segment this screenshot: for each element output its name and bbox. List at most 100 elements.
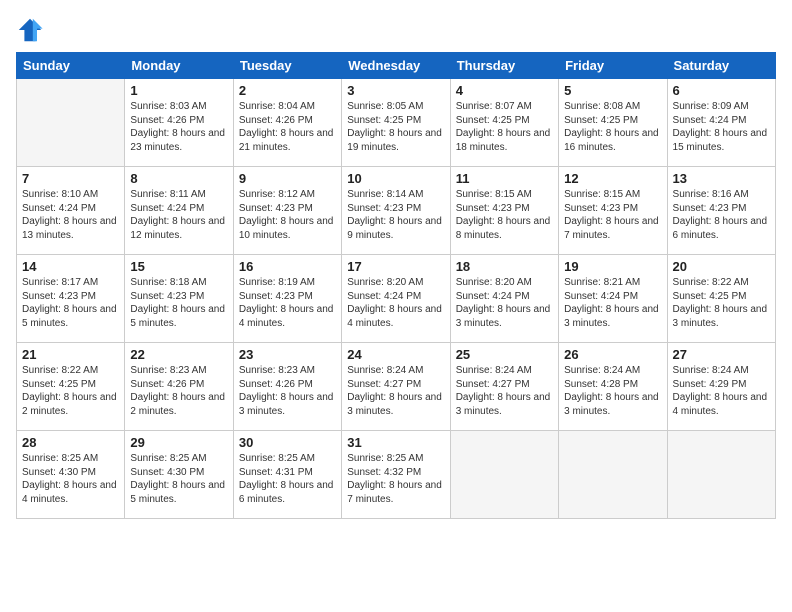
day-number: 5 xyxy=(564,83,661,98)
day-info: Sunrise: 8:05 AM Sunset: 4:25 PM Dayligh… xyxy=(347,100,444,154)
day-number: 27 xyxy=(673,347,770,362)
day-number: 9 xyxy=(239,171,336,186)
day-cell xyxy=(450,431,558,519)
day-cell: 5 Sunrise: 8:08 AM Sunset: 4:25 PM Daylig… xyxy=(559,79,667,167)
day-number: 11 xyxy=(456,171,553,186)
day-info: Sunrise: 8:21 AM Sunset: 4:24 PM Dayligh… xyxy=(564,276,661,330)
day-number: 15 xyxy=(130,259,227,274)
day-cell: 2Sunrise: 8:04 AM Sunset: 4:26 PM Daylig… xyxy=(233,79,341,167)
header xyxy=(16,16,776,44)
day-cell: 3Sunrise: 8:05 AM Sunset: 4:25 PM Daylig… xyxy=(342,79,450,167)
day-info: Sunrise: 8:25 AM Sunset: 4:30 PM Dayligh… xyxy=(22,452,119,506)
day-number: 14 xyxy=(22,259,119,274)
day-cell: 22Sunrise: 8:23 AM Sunset: 4:26 PM Dayli… xyxy=(125,343,233,431)
logo xyxy=(16,16,48,44)
day-info: Sunrise: 8:11 AM Sunset: 4:24 PM Dayligh… xyxy=(130,188,227,242)
calendar: SundayMondayTuesdayWednesdayThursdayFrid… xyxy=(16,52,776,519)
day-cell: 8 Sunrise: 8:11 AM Sunset: 4:24 PM Daylig… xyxy=(125,167,233,255)
day-info: Sunrise: 8:09 AM Sunset: 4:24 PM Dayligh… xyxy=(673,100,770,154)
day-number: 24 xyxy=(347,347,444,362)
day-cell xyxy=(559,431,667,519)
day-number: 23 xyxy=(239,347,336,362)
day-number: 8 xyxy=(130,171,227,186)
day-info: Sunrise: 8:08 AM Sunset: 4:25 PM Dayligh… xyxy=(564,100,661,154)
day-number: 17 xyxy=(347,259,444,274)
day-number: 29 xyxy=(130,435,227,450)
day-cell: 13 Sunrise: 8:16 AM Sunset: 4:23 PM Dayli… xyxy=(667,167,775,255)
day-info: Sunrise: 8:25 AM Sunset: 4:32 PM Dayligh… xyxy=(347,452,444,506)
day-info: Sunrise: 8:25 AM Sunset: 4:30 PM Dayligh… xyxy=(130,452,227,506)
day-cell: 16 Sunrise: 8:19 AM Sunset: 4:23 PM Dayli… xyxy=(233,255,341,343)
day-info: Sunrise: 8:19 AM Sunset: 4:23 PM Dayligh… xyxy=(239,276,336,330)
day-cell: 4 Sunrise: 8:07 AM Sunset: 4:25 PM Daylig… xyxy=(450,79,558,167)
day-info: Sunrise: 8:07 AM Sunset: 4:25 PM Dayligh… xyxy=(456,100,553,154)
day-info: Sunrise: 8:15 AM Sunset: 4:23 PM Dayligh… xyxy=(456,188,553,242)
day-cell: 9 Sunrise: 8:12 AM Sunset: 4:23 PM Daylig… xyxy=(233,167,341,255)
day-info: Sunrise: 8:17 AM Sunset: 4:23 PM Dayligh… xyxy=(22,276,119,330)
day-info: Sunrise: 8:24 AM Sunset: 4:27 PM Dayligh… xyxy=(347,364,444,418)
day-cell: 31 Sunrise: 8:25 AM Sunset: 4:32 PM Dayli… xyxy=(342,431,450,519)
day-info: Sunrise: 8:25 AM Sunset: 4:31 PM Dayligh… xyxy=(239,452,336,506)
day-number: 1 xyxy=(130,83,227,98)
day-number: 28 xyxy=(22,435,119,450)
logo-icon xyxy=(16,16,44,44)
weekday-thursday: Thursday xyxy=(450,53,558,79)
weekday-monday: Monday xyxy=(125,53,233,79)
day-info: Sunrise: 8:10 AM Sunset: 4:24 PM Dayligh… xyxy=(22,188,119,242)
day-cell: 24 Sunrise: 8:24 AM Sunset: 4:27 PM Dayli… xyxy=(342,343,450,431)
day-number: 31 xyxy=(347,435,444,450)
day-cell: 28 Sunrise: 8:25 AM Sunset: 4:30 PM Dayli… xyxy=(17,431,125,519)
day-number: 13 xyxy=(673,171,770,186)
day-cell: 7Sunrise: 8:10 AM Sunset: 4:24 PM Daylig… xyxy=(17,167,125,255)
day-cell: 26 Sunrise: 8:24 AM Sunset: 4:28 PM Dayli… xyxy=(559,343,667,431)
week-row-1: 1 Sunrise: 8:03 AM Sunset: 4:26 PM Daylig… xyxy=(17,79,776,167)
day-info: Sunrise: 8:15 AM Sunset: 4:23 PM Dayligh… xyxy=(564,188,661,242)
day-cell: 30 Sunrise: 8:25 AM Sunset: 4:31 PM Dayli… xyxy=(233,431,341,519)
day-number: 16 xyxy=(239,259,336,274)
day-number: 30 xyxy=(239,435,336,450)
weekday-tuesday: Tuesday xyxy=(233,53,341,79)
day-number: 25 xyxy=(456,347,553,362)
week-row-3: 14 Sunrise: 8:17 AM Sunset: 4:23 PM Dayli… xyxy=(17,255,776,343)
day-info: Sunrise: 8:20 AM Sunset: 4:24 PM Dayligh… xyxy=(456,276,553,330)
day-info: Sunrise: 8:22 AM Sunset: 4:25 PM Dayligh… xyxy=(22,364,119,418)
day-cell: 12 Sunrise: 8:15 AM Sunset: 4:23 PM Dayli… xyxy=(559,167,667,255)
day-number: 21 xyxy=(22,347,119,362)
day-info: Sunrise: 8:03 AM Sunset: 4:26 PM Dayligh… xyxy=(130,100,227,154)
day-number: 22 xyxy=(130,347,227,362)
day-number: 18 xyxy=(456,259,553,274)
weekday-wednesday: Wednesday xyxy=(342,53,450,79)
day-number: 19 xyxy=(564,259,661,274)
day-number: 10 xyxy=(347,171,444,186)
day-cell: 14 Sunrise: 8:17 AM Sunset: 4:23 PM Dayli… xyxy=(17,255,125,343)
page-container: SundayMondayTuesdayWednesdayThursdayFrid… xyxy=(0,0,792,612)
day-info: Sunrise: 8:16 AM Sunset: 4:23 PM Dayligh… xyxy=(673,188,770,242)
day-info: Sunrise: 8:22 AM Sunset: 4:25 PM Dayligh… xyxy=(673,276,770,330)
day-number: 6 xyxy=(673,83,770,98)
week-row-2: 7Sunrise: 8:10 AM Sunset: 4:24 PM Daylig… xyxy=(17,167,776,255)
day-info: Sunrise: 8:24 AM Sunset: 4:28 PM Dayligh… xyxy=(564,364,661,418)
day-number: 26 xyxy=(564,347,661,362)
day-cell: 17 Sunrise: 8:20 AM Sunset: 4:24 PM Dayli… xyxy=(342,255,450,343)
day-number: 20 xyxy=(673,259,770,274)
weekday-header-row: SundayMondayTuesdayWednesdayThursdayFrid… xyxy=(17,53,776,79)
weekday-friday: Friday xyxy=(559,53,667,79)
day-number: 4 xyxy=(456,83,553,98)
day-cell xyxy=(17,79,125,167)
day-info: Sunrise: 8:20 AM Sunset: 4:24 PM Dayligh… xyxy=(347,276,444,330)
weekday-sunday: Sunday xyxy=(17,53,125,79)
day-cell: 29 Sunrise: 8:25 AM Sunset: 4:30 PM Dayli… xyxy=(125,431,233,519)
day-cell: 19 Sunrise: 8:21 AM Sunset: 4:24 PM Dayli… xyxy=(559,255,667,343)
day-cell: 11 Sunrise: 8:15 AM Sunset: 4:23 PM Dayli… xyxy=(450,167,558,255)
week-row-4: 21 Sunrise: 8:22 AM Sunset: 4:25 PM Dayli… xyxy=(17,343,776,431)
day-cell: 15 Sunrise: 8:18 AM Sunset: 4:23 PM Dayli… xyxy=(125,255,233,343)
day-cell: 18 Sunrise: 8:20 AM Sunset: 4:24 PM Dayli… xyxy=(450,255,558,343)
day-cell: 6 Sunrise: 8:09 AM Sunset: 4:24 PM Daylig… xyxy=(667,79,775,167)
day-info: Sunrise: 8:23 AM Sunset: 4:26 PM Dayligh… xyxy=(239,364,336,418)
day-cell: 21 Sunrise: 8:22 AM Sunset: 4:25 PM Dayli… xyxy=(17,343,125,431)
day-info: Sunrise: 8:24 AM Sunset: 4:27 PM Dayligh… xyxy=(456,364,553,418)
day-info: Sunrise: 8:18 AM Sunset: 4:23 PM Dayligh… xyxy=(130,276,227,330)
day-info: Sunrise: 8:12 AM Sunset: 4:23 PM Dayligh… xyxy=(239,188,336,242)
day-cell: 20 Sunrise: 8:22 AM Sunset: 4:25 PM Dayli… xyxy=(667,255,775,343)
day-number: 12 xyxy=(564,171,661,186)
